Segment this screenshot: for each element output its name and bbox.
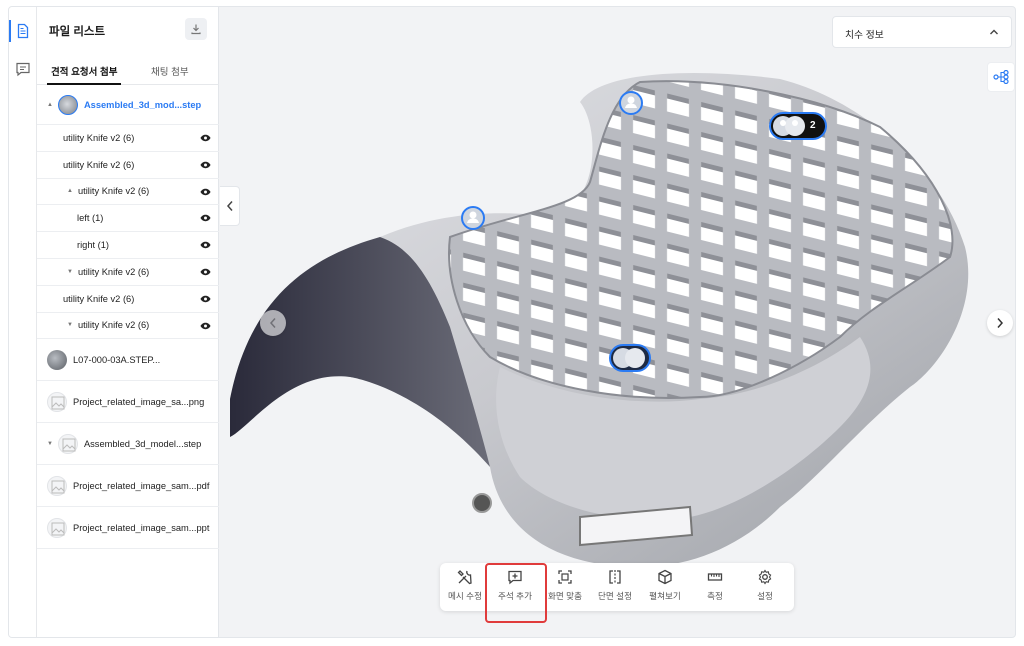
- chevron-up-icon: [990, 29, 998, 35]
- tree-item[interactable]: right (1): [37, 232, 219, 259]
- tree-item[interactable]: utility Knife v2 (6): [37, 152, 219, 179]
- tool-label: 펼쳐보기: [649, 591, 681, 601]
- tool-section[interactable]: 단면 설정: [590, 569, 640, 609]
- tree-item-label: utility Knife v2 (6): [77, 320, 150, 331]
- tree-root-label: Assembled_3d_mod...step: [83, 100, 202, 110]
- expand-caret-icon[interactable]: ▼: [67, 322, 73, 328]
- tool-label: 설정: [757, 591, 773, 601]
- image-placeholder-icon: [57, 433, 78, 454]
- explode-icon: [658, 569, 672, 585]
- expand-caret-icon[interactable]: ▼: [67, 269, 73, 275]
- visibility-eye-icon[interactable]: [200, 134, 211, 142]
- tool-label: 화면 맞춤: [547, 591, 582, 601]
- visibility-eye-icon[interactable]: [200, 295, 211, 303]
- tool-label: 메시 수정: [447, 591, 482, 601]
- ruler-icon: [707, 573, 723, 581]
- fit-screen-icon: [558, 570, 572, 584]
- visibility-eye-icon[interactable]: [200, 241, 211, 249]
- image-placeholder-icon: [47, 391, 67, 412]
- annotation-pin-pair[interactable]: [608, 343, 652, 378]
- image-placeholder-icon: [47, 517, 67, 538]
- file-item[interactable]: Project_related_image_sam...pdf: [37, 465, 219, 508]
- highlight-box: [485, 563, 547, 623]
- visibility-eye-icon[interactable]: [200, 268, 211, 276]
- annotation-count-badge: 2: [810, 120, 816, 131]
- 3d-viewer[interactable]: 2 치수 정보: [220, 7, 1015, 637]
- chevron-left-icon: [269, 318, 276, 328]
- file-item-label: Project_related_image_sam...ppt: [73, 522, 210, 533]
- annotation-pin[interactable]: [618, 90, 644, 121]
- tab-chat-attachments[interactable]: 채팅 첨부: [151, 64, 189, 78]
- app-window: 파일 리스트 견적 요청서 첨부 채팅 첨부 ▲ Assembled_3d_mo…: [8, 6, 1016, 638]
- tree-item[interactable]: ▼ utility Knife v2 (6): [37, 313, 219, 340]
- tree-item[interactable]: ▲ utility Knife v2 (6): [37, 179, 219, 206]
- model-thumbnail: [47, 349, 67, 370]
- file-list-icon[interactable]: [9, 20, 31, 42]
- tool-explode[interactable]: 펼쳐보기: [640, 569, 690, 609]
- tool-mesh-edit[interactable]: 메시 수정: [440, 569, 490, 609]
- next-view-button[interactable]: [987, 310, 1013, 336]
- tool-settings[interactable]: 설정: [740, 569, 790, 609]
- tree-item[interactable]: left (1): [37, 205, 219, 233]
- expand-caret-icon[interactable]: ▼: [47, 441, 53, 447]
- collapse-caret-icon[interactable]: ▲: [47, 102, 53, 108]
- tool-measure[interactable]: 측정: [690, 569, 740, 609]
- file-item[interactable]: Project_related_image_sa...png: [37, 381, 219, 424]
- tree-item[interactable]: ▼ utility Knife v2 (6): [37, 259, 219, 286]
- section-icon: [609, 570, 621, 584]
- model-thumbnail: [57, 95, 78, 115]
- tree-item-label: right (1): [77, 240, 110, 251]
- file-item-label: Project_related_image_sa...png: [73, 396, 205, 407]
- file-item[interactable]: L07-000-03A.STEP...: [37, 339, 219, 382]
- gear-icon: [758, 569, 772, 585]
- tree-item-label: left (1): [77, 213, 104, 224]
- tab-quote-attachments[interactable]: 견적 요청서 첨부: [46, 64, 122, 85]
- tool-label: 단면 설정: [597, 591, 632, 601]
- chevron-right-icon: [997, 318, 1004, 328]
- tree-item-label: utility Knife v2 (6): [63, 159, 135, 170]
- collapse-caret-icon[interactable]: ▲: [67, 188, 73, 194]
- tree-item[interactable]: utility Knife v2 (6): [37, 286, 219, 313]
- file-item[interactable]: Project_related_image_sam...ppt: [37, 507, 219, 550]
- assembly-tree-button[interactable]: [987, 62, 1015, 92]
- file-list-panel: 파일 리스트 견적 요청서 첨부 채팅 첨부 ▲ Assembled_3d_mo…: [37, 7, 219, 637]
- tool-label: 측정: [707, 591, 723, 601]
- tree-item-label: utility Knife v2 (6): [77, 266, 150, 277]
- chat-icon[interactable]: [15, 61, 31, 77]
- icon-rail: [9, 7, 37, 637]
- tools-icon: [457, 570, 472, 585]
- visibility-eye-icon[interactable]: [200, 188, 211, 196]
- dimension-info-dropdown[interactable]: 치수 정보: [832, 16, 1012, 48]
- hierarchy-icon: [993, 70, 1009, 84]
- prev-view-button[interactable]: [260, 310, 286, 336]
- download-button[interactable]: [185, 18, 207, 40]
- visibility-eye-icon[interactable]: [200, 322, 211, 330]
- tool-fit-screen[interactable]: 화면 맞춤: [540, 569, 590, 609]
- visibility-eye-icon[interactable]: [200, 214, 211, 222]
- tree-item[interactable]: utility Knife v2 (6): [37, 125, 219, 152]
- file-item-label: Assembled_3d_model...step: [83, 438, 202, 449]
- download-icon: [191, 24, 201, 35]
- tree-item-label: utility Knife v2 (6): [77, 186, 150, 197]
- visibility-eye-icon[interactable]: [200, 161, 211, 169]
- panel-tabs: 견적 요청서 첨부 채팅 첨부: [37, 59, 219, 85]
- tree-item-label: utility Knife v2 (6): [63, 132, 135, 143]
- file-tree: ▲ Assembled_3d_mod...step utility Knife …: [37, 86, 219, 550]
- file-item[interactable]: ▼ Assembled_3d_model...step: [37, 423, 219, 466]
- tree-item-label: utility Knife v2 (6): [63, 293, 135, 304]
- image-placeholder-icon: [47, 475, 67, 496]
- annotation-pin-group[interactable]: 2: [768, 111, 830, 146]
- annotation-pin[interactable]: [460, 205, 486, 236]
- tree-root-item[interactable]: ▲ Assembled_3d_mod...step: [37, 86, 219, 125]
- dimension-info-label: 치수 정보: [845, 30, 884, 41]
- panel-title: 파일 리스트: [49, 26, 106, 38]
- file-item-label: Project_related_image_sam...pdf: [73, 480, 210, 491]
- file-item-label: L07-000-03A.STEP...: [73, 354, 161, 365]
